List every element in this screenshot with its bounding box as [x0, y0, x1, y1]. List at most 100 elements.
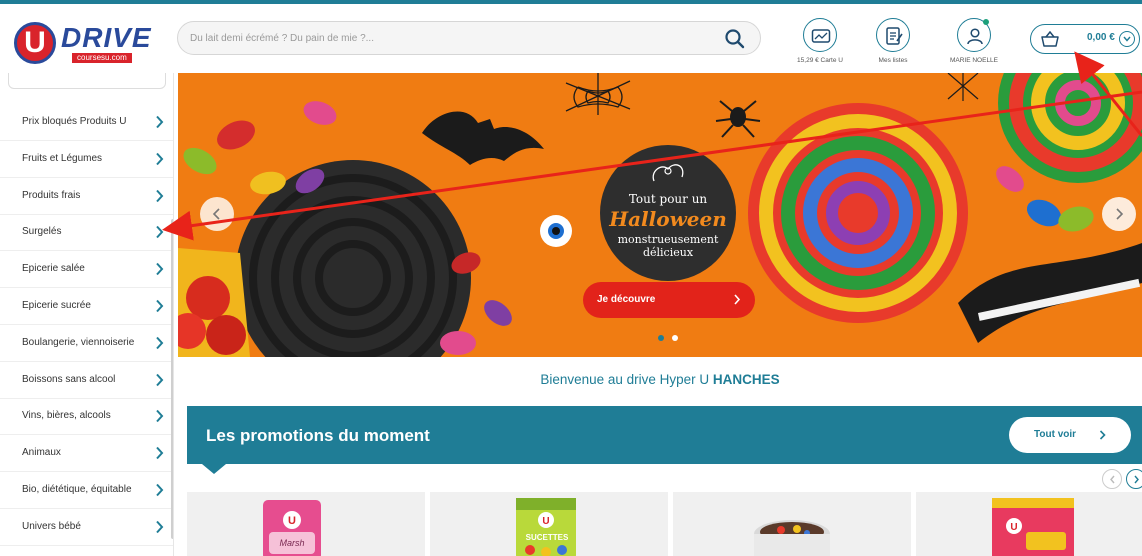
- product-2-text: SUCETTES: [526, 533, 569, 542]
- sidebar-item-label: Prix bloqués Produits U: [22, 116, 127, 127]
- search-input[interactable]: [190, 28, 710, 48]
- site-header: U DRIVE coursesu.com 15,29 € Carte U Mes…: [0, 4, 1142, 73]
- ice-cream-cup-icon: [754, 520, 830, 556]
- card-icon: [803, 18, 837, 52]
- products-prev-button[interactable]: [1102, 469, 1122, 489]
- banner-line-4: délicieux: [642, 246, 694, 259]
- candy-box-icon: U: [992, 498, 1074, 556]
- user-icon: [957, 18, 991, 52]
- banner-line-2: Halloween: [609, 207, 727, 231]
- coursesu-logo[interactable]: U DRIVE coursesu.com: [14, 22, 151, 64]
- logo-subtitle: coursesu.com: [72, 53, 132, 63]
- sidebar-item[interactable]: Epicerie sucrée: [0, 288, 173, 325]
- chevron-right-icon: [155, 262, 164, 281]
- sidebar-item-label: Boissons sans alcool: [22, 373, 116, 385]
- account-button[interactable]: MARIE NOELLE: [942, 18, 1006, 72]
- store-name: HANCHES: [712, 372, 780, 387]
- sidebar-item-label: Surgelés: [22, 226, 62, 238]
- carousel-dot[interactable]: [658, 335, 664, 341]
- sidebar-item-label: Produits frais: [22, 189, 81, 201]
- chevron-right-icon: [155, 115, 164, 134]
- promotions-title: Les promotions du moment: [206, 426, 430, 445]
- chevron-right-icon: [1099, 430, 1106, 440]
- lollipop-bag-icon: U SUCETTES: [516, 498, 576, 556]
- chevron-right-icon: [155, 152, 164, 171]
- sidebar-item-label: Univers bébé: [22, 520, 81, 532]
- sidebar-item-label: Animaux: [22, 447, 61, 459]
- account-name: MARIE NOELLE: [949, 57, 999, 64]
- banner-line-1: Tout pour un: [628, 192, 708, 206]
- logo-drive-text: DRIVE: [61, 22, 152, 53]
- sidebar-item-label: Vins, bières, alcools: [22, 410, 111, 422]
- see-all-label: Tout voir: [1034, 429, 1077, 440]
- sidebar-scrollbar[interactable]: [171, 219, 173, 539]
- cart-button[interactable]: 0,00 €: [1030, 24, 1140, 54]
- sidebar-top-button[interactable]: [8, 73, 166, 89]
- carousel-dot[interactable]: [672, 335, 678, 341]
- welcome-prefix: Bienvenue au drive Hyper U: [540, 372, 713, 387]
- sidebar-item[interactable]: Univers bébé: [0, 509, 173, 546]
- chevron-right-icon: [733, 294, 741, 308]
- candy-ribbon-icon: [644, 157, 692, 192]
- svg-text:U: U: [288, 515, 296, 527]
- logo-u-badge: U: [14, 22, 56, 64]
- product-card[interactable]: U: [916, 492, 1142, 556]
- sidebar-item[interactable]: Boissons sans alcool: [0, 362, 173, 399]
- sidebar-item[interactable]: Bio, diététique, équitable: [0, 472, 173, 509]
- carte-u-balance: 15,29 € Carte U: [797, 57, 843, 64]
- chevron-right-icon: [155, 446, 164, 465]
- marshmallow-bag-icon: U Marsh: [263, 500, 321, 556]
- sidebar-item[interactable]: Boulangerie, viennoiserie: [0, 325, 173, 362]
- chevron-right-icon: [155, 520, 164, 539]
- carte-u-button[interactable]: 15,29 € Carte U: [788, 18, 852, 72]
- sidebar-item-label: Bio, diététique, équitable: [22, 484, 132, 495]
- welcome-message: Bienvenue au drive Hyper U HANCHES: [178, 372, 1142, 387]
- discover-button[interactable]: Je découvre: [583, 282, 755, 318]
- chevron-right-icon: [155, 483, 164, 502]
- my-lists-button[interactable]: Mes listes: [861, 18, 925, 72]
- discover-label: Je découvre: [597, 294, 656, 305]
- list-icon: [876, 18, 910, 52]
- chevron-right-icon: [155, 299, 164, 318]
- halloween-title-badge: Tout pour un Halloween monstrueusement d…: [600, 145, 736, 281]
- search-bar: [177, 21, 761, 55]
- svg-text:U: U: [542, 516, 549, 527]
- sidebar-item-label: Fruits et Légumes: [22, 152, 103, 164]
- category-sidebar: Prix bloqués Produits U Fruits et Légumes…: [0, 73, 174, 556]
- sidebar-item[interactable]: Epicerie salée: [0, 251, 173, 289]
- svg-text:U: U: [1010, 522, 1017, 533]
- products-next-button[interactable]: [1126, 469, 1142, 489]
- chevron-down-icon[interactable]: [1119, 31, 1135, 47]
- sidebar-item[interactable]: Prix bloqués Produits U: [0, 104, 173, 141]
- my-lists-label: Mes listes: [878, 57, 908, 64]
- product-card[interactable]: [673, 492, 911, 556]
- carousel-next-button[interactable]: [1102, 197, 1136, 231]
- sidebar-item[interactable]: Vins, bières, alcools: [0, 398, 173, 436]
- sidebar-item[interactable]: Animaux: [0, 435, 173, 473]
- sidebar-item-label: Boulangerie, viennoiserie: [22, 336, 135, 348]
- carousel-prev-button[interactable]: [200, 197, 234, 231]
- sidebar-item-label: Epicerie sucrée: [22, 300, 91, 311]
- notification-dot: [983, 19, 989, 25]
- basket-icon: [1041, 30, 1059, 52]
- halloween-banner[interactable]: Tout pour un Halloween monstrueusement d…: [178, 73, 1142, 357]
- chevron-right-icon: [155, 373, 164, 392]
- product-card[interactable]: U SUCETTES: [430, 492, 668, 556]
- promotions-bar-notch: [202, 464, 226, 474]
- product-card[interactable]: U Marsh: [187, 492, 425, 556]
- see-all-button[interactable]: Tout voir: [1009, 417, 1131, 453]
- search-icon[interactable]: [724, 28, 746, 50]
- sidebar-item-label: Epicerie salée: [22, 263, 85, 275]
- product-1-text: Marsh: [279, 538, 304, 548]
- banner-line-3: monstrueusement: [617, 233, 719, 246]
- chevron-right-icon: [155, 189, 164, 208]
- chevron-right-icon: [155, 336, 164, 355]
- sidebar-item[interactable]: Surgelés: [0, 214, 173, 252]
- promotions-bar: Les promotions du moment Tout voir: [187, 406, 1142, 464]
- chevron-right-icon: [155, 225, 164, 244]
- carousel-dots: [658, 335, 688, 343]
- cart-total: 0,00 €: [1087, 32, 1115, 43]
- sidebar-item[interactable]: Produits frais: [0, 178, 173, 215]
- sidebar-item[interactable]: Fruits et Légumes: [0, 141, 173, 178]
- chevron-right-icon: [155, 409, 164, 428]
